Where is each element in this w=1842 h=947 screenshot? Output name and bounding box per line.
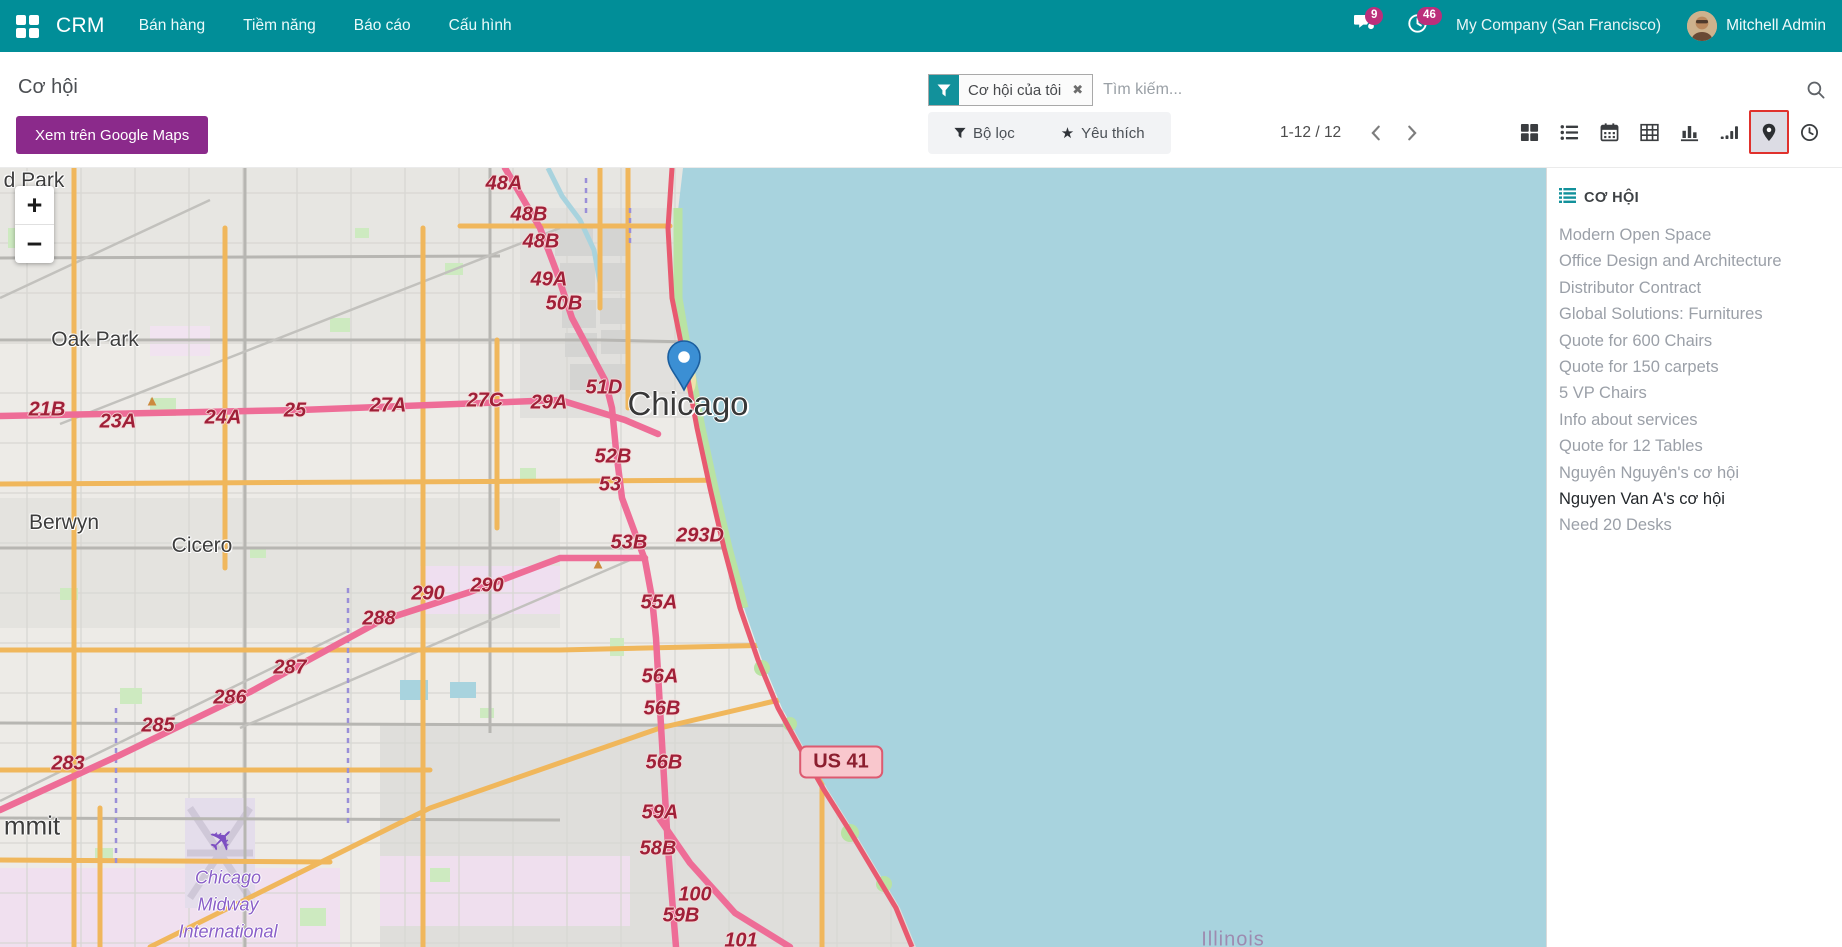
filter-funnel-icon	[929, 75, 959, 105]
control-panel: Cơ hội Cơ hội của tôi ✖ Xem trên Google …	[0, 52, 1842, 168]
opportunity-list-item[interactable]: Quote for 150 carpets	[1559, 354, 1842, 380]
apps-grid-icon[interactable]	[16, 15, 38, 37]
nav-menu-item[interactable]: Báo cáo	[354, 17, 411, 35]
pager-previous-icon[interactable]	[1361, 116, 1391, 150]
favorites-button[interactable]: ★ Yêu thích	[1055, 123, 1151, 143]
filter-buttons-group: Bộ lọc ★ Yêu thích	[928, 112, 1171, 154]
view-kanban-icon[interactable]	[1509, 110, 1549, 154]
view-cohort-icon[interactable]	[1709, 110, 1749, 154]
zoom-out-button[interactable]: −	[15, 225, 54, 263]
view-pivot-icon[interactable]	[1629, 110, 1669, 154]
search-facet-label: Cơ hội của tôi	[959, 75, 1070, 105]
opportunity-list-item[interactable]: Modern Open Space	[1559, 222, 1842, 248]
opportunity-list-item[interactable]: Need 20 Desks	[1559, 512, 1842, 538]
activities-badge: 46	[1417, 7, 1442, 25]
opportunity-list-item[interactable]: Office Design and Architecture	[1559, 248, 1842, 274]
map-zoom-control: + −	[15, 186, 54, 263]
search-input[interactable]	[1093, 81, 1806, 99]
opportunity-list-item[interactable]: Global Solutions: Furnitures	[1559, 301, 1842, 327]
map-base-layer	[0, 168, 1546, 947]
star-icon: ★	[1061, 124, 1074, 142]
opportunity-list-item[interactable]: Quote for 12 Tables	[1559, 433, 1842, 459]
opportunity-list-item[interactable]: 5 VP Chairs	[1559, 380, 1842, 406]
opportunities-sidebar: CƠ HỘI Modern Open SpaceOffice Design an…	[1546, 168, 1842, 947]
view-list-icon[interactable]	[1549, 110, 1589, 154]
company-switcher[interactable]: My Company (San Francisco)	[1456, 17, 1661, 35]
opportunity-list-item[interactable]: Nguyen Van A's cơ hội	[1559, 486, 1842, 512]
search-facet[interactable]: Cơ hội của tôi ✖	[928, 74, 1093, 106]
view-calendar-icon[interactable]	[1589, 110, 1629, 154]
facet-close-icon[interactable]: ✖	[1070, 75, 1092, 105]
opportunity-list-item[interactable]: Distributor Contract	[1559, 275, 1842, 301]
nav-menus: Bán hàng Tiềm năng Báo cáo Cấu hình	[139, 17, 512, 35]
search-icon[interactable]	[1806, 80, 1828, 100]
pager: 1-12 / 12	[1280, 112, 1427, 154]
avatar	[1687, 11, 1717, 41]
nav-menu-item[interactable]: Tiềm năng	[243, 17, 316, 35]
page-title: Cơ hội	[18, 76, 78, 99]
user-menu[interactable]: Mitchell Admin	[1687, 11, 1826, 41]
sidebar-title: CƠ HỘI	[1584, 190, 1639, 206]
opportunity-list-item[interactable]: Info about services	[1559, 407, 1842, 433]
nav-menu-item[interactable]: Cấu hình	[449, 17, 512, 35]
pager-range[interactable]: 1-12 / 12	[1280, 124, 1341, 142]
view-switcher	[1509, 110, 1829, 154]
opportunity-list: Modern Open SpaceOffice Design and Archi…	[1559, 222, 1842, 539]
view-on-google-maps-button[interactable]: Xem trên Google Maps	[16, 116, 208, 154]
nav-menu-item[interactable]: Bán hàng	[139, 17, 205, 35]
filters-button[interactable]: Bộ lọc	[948, 124, 1021, 143]
app-name[interactable]: CRM	[56, 14, 105, 38]
zoom-in-button[interactable]: +	[15, 186, 54, 224]
view-activity-icon[interactable]	[1789, 110, 1829, 154]
top-navbar: CRM Bán hàng Tiềm năng Báo cáo Cấu hình 9 4…	[0, 0, 1842, 52]
view-map-icon[interactable]	[1749, 110, 1789, 154]
view-graph-icon[interactable]	[1669, 110, 1709, 154]
list-icon	[1559, 188, 1576, 208]
pager-next-icon[interactable]	[1397, 116, 1427, 150]
opportunity-list-item[interactable]: Nguyên Nguyên's cơ hội	[1559, 460, 1842, 486]
user-name: Mitchell Admin	[1726, 17, 1826, 35]
funnel-icon	[954, 127, 966, 139]
activities-button[interactable]: 46	[1404, 14, 1430, 38]
map-canvas[interactable]: d ParkOak ParkBerwynCicerommitChicagoIll…	[0, 168, 1546, 947]
messages-button[interactable]: 9	[1352, 14, 1378, 38]
search-bar: Cơ hội của tôi ✖	[928, 73, 1828, 107]
messages-badge: 9	[1365, 7, 1383, 25]
opportunity-list-item[interactable]: Quote for 600 Chairs	[1559, 328, 1842, 354]
